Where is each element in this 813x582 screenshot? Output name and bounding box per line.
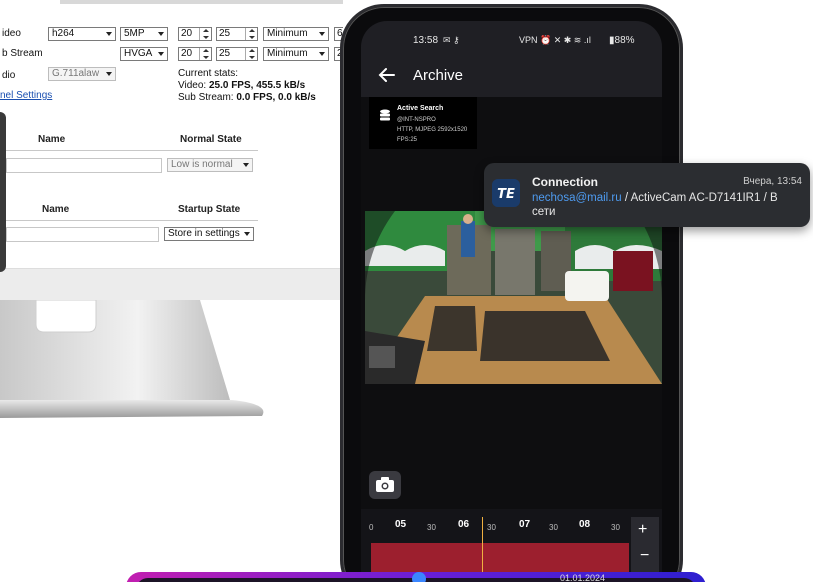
video-quality-select[interactable]: Minimum — [263, 27, 329, 41]
video-fps-spinner[interactable]: 20 — [178, 27, 212, 41]
svg-text:TE: TE — [497, 187, 515, 202]
monitor-bezel-left — [0, 112, 6, 272]
app-bar: Archive — [361, 57, 662, 97]
timeline-tick: 30 — [611, 523, 620, 532]
timeline-zoom-controls: + − — [631, 517, 659, 575]
inputs-name-header: Name — [38, 134, 66, 145]
inputs-state-header: Normal State — [180, 134, 242, 145]
window-top-bar — [60, 0, 343, 4]
outputs-name-header: Name — [42, 204, 70, 215]
sub-quality-select[interactable]: Minimum — [263, 47, 329, 61]
output-state-select[interactable]: Store in settings — [164, 227, 254, 241]
monitor-chin — [0, 268, 343, 300]
notification-title: Connection — [532, 175, 598, 189]
timeline-hour-label: 05 — [395, 519, 407, 530]
composite-screenshot: ideo h264 5MP 20 25 Minimum 6 b Stream H… — [0, 0, 813, 582]
app-logo-icon: TE — [492, 179, 520, 207]
recording-track[interactable] — [371, 543, 629, 573]
outputs-state-header: Startup State — [178, 204, 241, 215]
banner-indicator-dot — [412, 572, 426, 582]
phone-screen: 13:58 ✉ ⚷ VPN ⏰ ✕ ✱ ≋ .ıl ▮88% Archive A… — [361, 21, 662, 582]
notification-body: nechosa@mail.ru / ActiveCam AC-D7141IR1 … — [532, 191, 804, 219]
timeline-tick: 30 — [427, 523, 436, 532]
system-status-icons: VPN ⏰ ✕ ✱ ≋ .ıl — [519, 35, 591, 45]
timeline-tick: 30 — [487, 523, 496, 532]
video-stats: Video: 25.0 FPS, 455.5 kB/s — [178, 80, 306, 91]
notification-time: Вчера, 13:54 — [743, 176, 802, 187]
status-bar: 13:58 ✉ ⚷ VPN ⏰ ✕ ✱ ≋ .ıl ▮88% — [361, 21, 662, 57]
info-fps: FPS:25 — [397, 137, 418, 143]
input-state-select[interactable]: Low is normal — [167, 158, 253, 172]
status-time: 13:58 — [413, 35, 439, 46]
battery-level: ▮88% — [609, 35, 635, 46]
sub-stream-label: b Stream — [2, 48, 43, 59]
audio-label: dio — [2, 70, 16, 81]
audio-codec-select[interactable]: G.711alaw — [48, 67, 116, 81]
sub-stream-stats: Sub Stream: 0.0 FPS, 0.0 kB/s — [178, 92, 316, 103]
archive-video-area[interactable]: Active Search @INT-NSPRO HTTP, MJPEG 259… — [361, 97, 662, 509]
phone-device: 13:58 ✉ ⚷ VPN ⏰ ✕ ✱ ≋ .ıl ▮88% Archive A… — [340, 4, 683, 582]
video-label: ideo — [2, 28, 21, 39]
back-arrow-icon[interactable] — [377, 65, 397, 85]
timeline-hour-label: 06 — [458, 519, 470, 530]
info-device: @INT-NSPRO — [397, 117, 436, 123]
banner-date: 01.01.2024 — [560, 573, 606, 582]
channel-settings-link[interactable]: nel Settings — [0, 90, 52, 101]
camera-settings-window: ideo h264 5MP 20 25 Minimum 6 b Stream H… — [0, 0, 343, 300]
inputs-header-divider — [6, 150, 258, 151]
database-icon — [380, 109, 390, 121]
video-codec-select[interactable]: h264 — [48, 27, 116, 41]
playback-cursor[interactable] — [481, 517, 483, 575]
zoom-out-button[interactable]: − — [640, 547, 649, 565]
camera-icon — [376, 477, 394, 492]
outputs-header-divider — [6, 220, 258, 221]
info-stream: HTTP, MJPEG 2592x1520 — [397, 127, 468, 133]
snapshot-button[interactable] — [369, 471, 401, 499]
info-title: Active Search — [397, 105, 444, 112]
timeline-hour-label: 07 — [519, 519, 531, 530]
timeline-tick: 30 — [549, 523, 558, 532]
stream-info-box: Active Search @INT-NSPRO HTTP, MJPEG 259… — [369, 97, 477, 149]
monitor-stand — [0, 300, 264, 418]
sub-fps-spinner[interactable]: 20 — [178, 47, 212, 61]
current-stats-title: Current stats: — [178, 68, 239, 79]
connection-notification[interactable]: TE Connection Вчера, 13:54 nechosa@mail.… — [484, 163, 810, 227]
video-gop-spinner[interactable]: 25 — [216, 27, 258, 41]
sub-resolution-select[interactable]: HVGA — [120, 47, 168, 61]
timeline-hour-label: 08 — [579, 519, 591, 530]
video-resolution-select[interactable]: 5MP — [120, 27, 168, 41]
camera-fisheye-frame — [365, 211, 662, 384]
input-name-field[interactable] — [6, 158, 162, 173]
timeline-tick: 0 — [369, 523, 374, 532]
sub-gop-spinner[interactable]: 25 — [216, 47, 258, 61]
notification-email: nechosa@mail.ru — [532, 192, 622, 204]
screen-title: Archive — [413, 67, 464, 84]
notification-icons: ✉ ⚷ — [443, 35, 460, 45]
zoom-in-button[interactable]: + — [638, 521, 647, 539]
output-name-field[interactable] — [6, 227, 159, 242]
